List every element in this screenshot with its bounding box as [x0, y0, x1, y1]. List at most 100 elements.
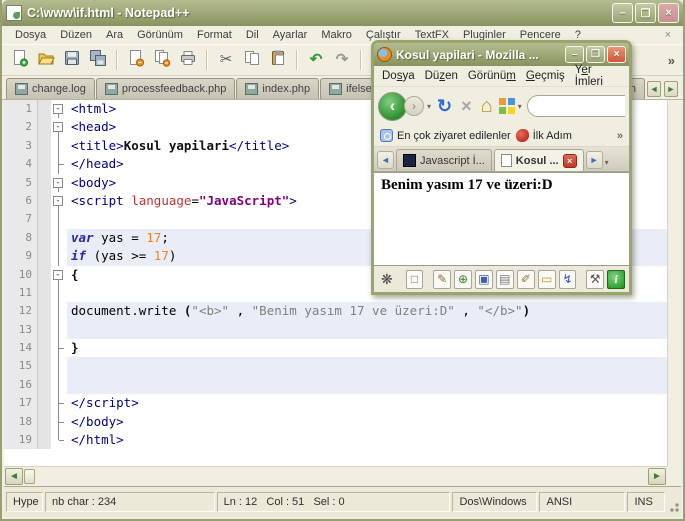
editor-line[interactable]: 17 </script>: [4, 394, 667, 414]
resize-grip[interactable]: [666, 500, 680, 513]
fold-margin[interactable]: [51, 228, 67, 248]
bookmark-margin[interactable]: [38, 136, 51, 156]
bookmarks-overflow-chevron[interactable]: »: [617, 130, 623, 142]
line-number[interactable]: 11: [4, 283, 38, 303]
bookmark-margin[interactable]: [38, 283, 51, 303]
fold-margin[interactable]: [51, 394, 67, 414]
scroll-thumb[interactable]: [24, 469, 35, 484]
history-dropdown-icon[interactable]: ▾: [427, 102, 431, 111]
close-document-icon[interactable]: ×: [659, 29, 677, 41]
url-bar[interactable]: [526, 95, 625, 117]
code-text[interactable]: [67, 320, 667, 340]
line-number[interactable]: 8: [4, 228, 38, 248]
fold-margin[interactable]: -: [51, 100, 67, 119]
line-number[interactable]: 16: [4, 375, 38, 395]
line-number[interactable]: 3: [4, 136, 38, 156]
bookmark-margin[interactable]: [38, 265, 51, 284]
menu-item-ayarlar[interactable]: Ayarlar: [266, 28, 315, 42]
vertical-scrollbar[interactable]: [667, 100, 681, 466]
line-number[interactable]: 1: [4, 100, 38, 119]
menu-item-dil[interactable]: Dil: [239, 28, 266, 42]
edit-note-icon[interactable]: ✐: [516, 269, 535, 289]
editor-line[interactable]: 16: [4, 375, 667, 395]
tab-close-button[interactable]: ×: [562, 153, 577, 168]
tab-scroll-left-icon[interactable]: ◄: [377, 151, 394, 169]
tab-kosul[interactable]: Kosul ... ×: [493, 149, 584, 171]
bug-icon[interactable]: ❋: [378, 270, 396, 289]
fold-margin[interactable]: -: [51, 265, 67, 285]
menu-item-yer-i-mleri[interactable]: Yer İmleri: [573, 63, 623, 89]
menu-item-d-zen[interactable]: Düzen: [53, 28, 99, 42]
bookmark-margin[interactable]: [38, 375, 51, 395]
line-number[interactable]: 4: [4, 155, 38, 174]
new-page-icon[interactable]: □: [405, 269, 424, 289]
pencil-icon[interactable]: ✎: [433, 269, 452, 289]
bookmark-margin[interactable]: [38, 320, 51, 340]
bookmark-margin[interactable]: [38, 431, 51, 450]
menu-item-g-r-n-m[interactable]: Görünüm: [466, 69, 524, 83]
line-number[interactable]: 2: [4, 118, 38, 137]
fold-margin[interactable]: [51, 339, 67, 358]
bookmark-margin[interactable]: [38, 357, 51, 376]
print-icon[interactable]: ▤: [495, 269, 514, 289]
editor-line[interactable]: 14}: [4, 339, 667, 358]
editor-line[interactable]: 19 </html>: [4, 431, 667, 450]
scroll-right-icon[interactable]: ►: [648, 468, 666, 485]
extension-grid-icon[interactable]: [498, 98, 515, 114]
fold-margin[interactable]: -: [51, 118, 67, 138]
maximize-button[interactable]: ❐: [586, 46, 605, 63]
paste-button[interactable]: [266, 48, 290, 72]
menu-item-g-r-n-m[interactable]: Görünüm: [130, 28, 190, 42]
bookmark-i-lk-ad-m[interactable]: İlk Adım: [515, 129, 572, 142]
tab-index-php[interactable]: index.php: [236, 78, 320, 99]
bookmark-margin[interactable]: [38, 228, 51, 248]
bookmark-margin[interactable]: [38, 339, 51, 358]
forward-button[interactable]: ›: [404, 96, 424, 116]
line-number[interactable]: 17: [4, 394, 38, 413]
fold-collapse-icon[interactable]: -: [53, 269, 63, 280]
code-text[interactable]: [67, 357, 667, 376]
maximize-button[interactable]: ❐: [635, 3, 656, 23]
save-icon[interactable]: ▣: [474, 269, 493, 289]
editor-line[interactable]: 12 document.write ("<b>" , "Benim yasım 1…: [4, 302, 667, 322]
menu-item-d-zen[interactable]: Düzen: [423, 69, 466, 83]
editor-line[interactable]: 13: [4, 320, 667, 340]
fold-margin[interactable]: [51, 412, 67, 432]
back-button[interactable]: ‹: [378, 91, 407, 121]
new-button[interactable]: [8, 48, 32, 72]
line-number[interactable]: 18: [4, 412, 38, 432]
info-icon[interactable]: i: [607, 269, 626, 289]
close-all-button[interactable]: [150, 48, 174, 72]
bookmark-margin[interactable]: [38, 173, 51, 192]
fold-margin[interactable]: [51, 431, 67, 450]
editor-line[interactable]: 18 </body>: [4, 412, 667, 432]
toolbar-dropdown-icon[interactable]: ▾: [518, 102, 522, 111]
horizontal-scrollbar[interactable]: ◄ ►: [4, 466, 667, 486]
tab-scroll-right-icon[interactable]: ►: [585, 151, 603, 169]
bookmark-margin[interactable]: [38, 247, 51, 266]
home-button[interactable]: ⌂: [478, 96, 496, 116]
globe-icon[interactable]: ⊕: [454, 269, 472, 289]
code-text[interactable]: }: [67, 339, 667, 357]
line-number[interactable]: 15: [4, 357, 38, 376]
cut-button[interactable]: ✂: [214, 48, 238, 72]
bookmark-margin[interactable]: [38, 302, 51, 321]
fold-collapse-icon[interactable]: -: [53, 104, 63, 114]
fold-margin[interactable]: -: [51, 191, 67, 211]
menu-item-makro[interactable]: Makro: [314, 28, 359, 42]
minimize-button[interactable]: –: [565, 46, 584, 63]
bookmark-margin[interactable]: [38, 100, 51, 119]
line-number[interactable]: 5: [4, 173, 38, 192]
form-icon[interactable]: ▭: [537, 269, 556, 289]
fold-collapse-icon[interactable]: -: [53, 122, 63, 133]
fold-margin[interactable]: [51, 136, 67, 156]
code-text[interactable]: </body>: [67, 413, 667, 431]
bookmark-margin[interactable]: [38, 155, 51, 174]
bookmark-margin[interactable]: [38, 412, 51, 432]
tab-scroll-left-icon[interactable]: ◄: [647, 81, 661, 97]
editor-line[interactable]: 15: [4, 357, 667, 377]
fold-margin[interactable]: [51, 302, 67, 322]
fold-margin[interactable]: -: [51, 173, 67, 193]
line-number[interactable]: 10: [4, 265, 38, 284]
line-number[interactable]: 12: [4, 302, 38, 321]
